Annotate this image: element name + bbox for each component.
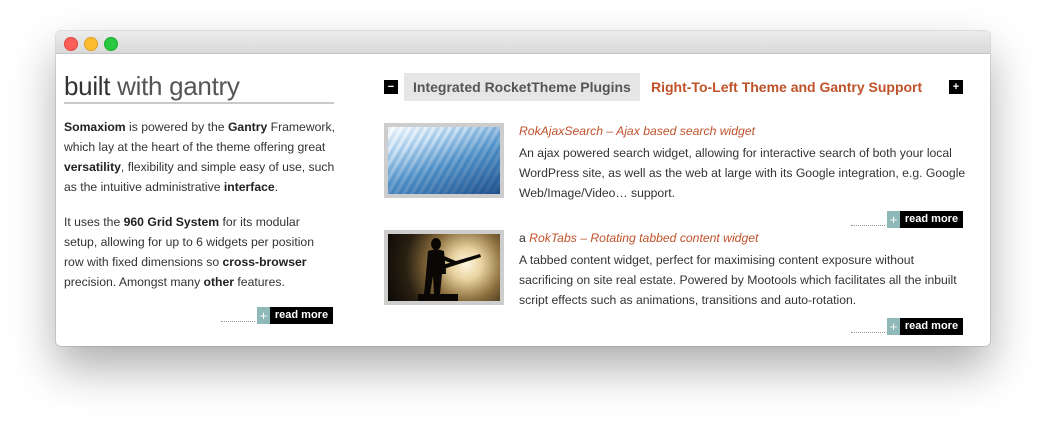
zoom-window-button[interactable] xyxy=(104,37,118,51)
plugin-item: a RokTabs – Rotating tabbed content widg… xyxy=(384,230,964,340)
heading-word-built: built xyxy=(64,71,111,101)
plugin-tabs: − Integrated RocketTheme Plugins Right-T… xyxy=(384,73,964,103)
text-run: . xyxy=(274,180,279,194)
minimize-window-button[interactable] xyxy=(84,37,98,51)
item-description: A tabbed content widget, perfect for max… xyxy=(519,253,957,307)
bold-text: interface xyxy=(223,180,275,194)
page-content: built with gantry Somaxiom is powered by… xyxy=(56,54,990,346)
bold-text: cross-browser xyxy=(222,255,307,269)
grid-paragraph: It uses the 960 Grid System for its modu… xyxy=(64,212,336,292)
text-run: It uses the xyxy=(64,215,124,229)
bold-text: other xyxy=(203,275,235,289)
plus-icon[interactable]: + xyxy=(887,318,900,335)
roktabs-thumbnail[interactable] xyxy=(384,230,504,305)
text-run: is powered by the xyxy=(125,120,228,134)
text-run: precision. Amongst many xyxy=(64,275,204,289)
bold-text: versatility xyxy=(64,160,121,174)
read-more-button[interactable]: read more xyxy=(900,318,963,335)
bold-text: Gantry xyxy=(227,120,268,134)
module-heading: built with gantry xyxy=(64,71,334,104)
tabs-next-button[interactable]: + xyxy=(949,80,963,94)
browser-window: built with gantry Somaxiom is powered by… xyxy=(56,31,990,346)
rokajaxsearch-link[interactable]: RokAjaxSearch – Ajax based search widget xyxy=(519,124,755,138)
item-title-prefix: a xyxy=(519,231,530,245)
intro-paragraph: Somaxiom is powered by the Gantry Framew… xyxy=(64,117,336,197)
text-run: features. xyxy=(234,275,285,289)
plus-icon[interactable]: + xyxy=(257,307,270,324)
bold-text: Somaxiom xyxy=(64,120,126,134)
tab-rtl-support[interactable]: Right-To-Left Theme and Gantry Support xyxy=(651,73,922,101)
tabs-prev-button[interactable]: − xyxy=(384,80,398,94)
roktabs-link[interactable]: RokTabs – Rotating tabbed content widget xyxy=(529,231,758,245)
readmore-dots xyxy=(851,225,885,226)
rokajaxsearch-thumbnail[interactable] xyxy=(384,123,504,198)
readmore-dots xyxy=(221,321,255,322)
item-description: An ajax powered search widget, allowing … xyxy=(519,146,966,200)
item-title: RokAjaxSearch – Ajax based search widget xyxy=(519,123,755,139)
read-more-button[interactable]: read more xyxy=(900,211,963,228)
close-window-button[interactable] xyxy=(64,37,78,51)
heading-rest: with gantry xyxy=(110,71,240,101)
item-title: a RokTabs – Rotating tabbed content widg… xyxy=(519,230,758,246)
window-titlebar xyxy=(56,31,990,54)
bold-text: 960 Grid System xyxy=(123,215,220,229)
guitarist-silhouette-icon xyxy=(418,238,481,301)
plugin-item: RokAjaxSearch – Ajax based search widget… xyxy=(384,123,965,233)
plus-icon[interactable]: + xyxy=(887,211,900,228)
read-more-button[interactable]: read more xyxy=(270,307,333,324)
readmore-dots xyxy=(851,332,885,333)
tab-integrated-plugins[interactable]: Integrated RocketTheme Plugins xyxy=(404,73,640,101)
